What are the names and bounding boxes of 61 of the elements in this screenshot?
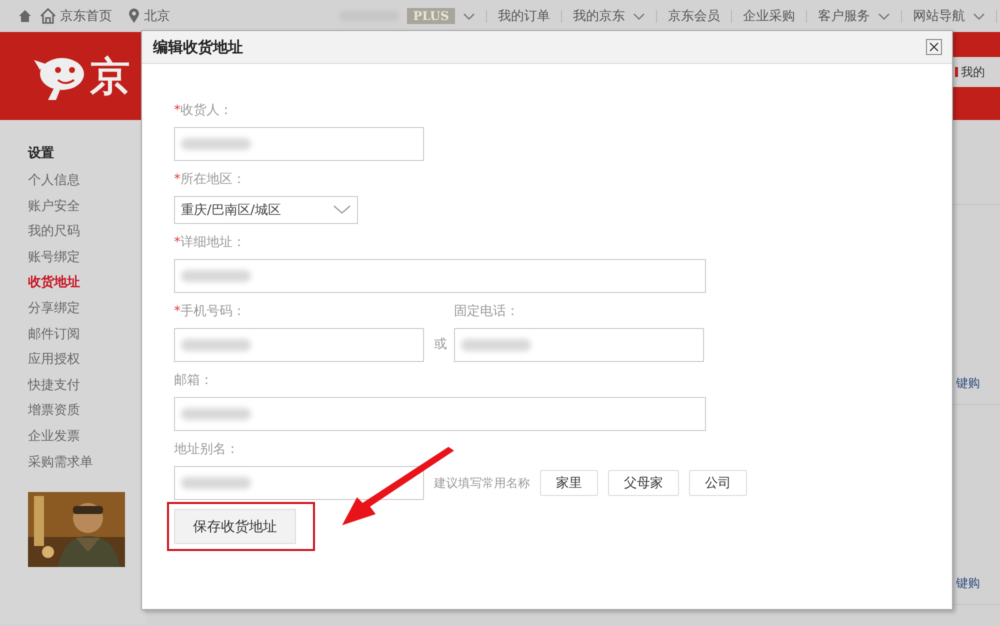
cart-link-text[interactable]: 我的 — [961, 64, 985, 80]
sidebar-item[interactable]: 企业发票 — [28, 426, 80, 453]
field-label: 所在地区： — [180, 171, 246, 188]
input-field[interactable] — [174, 259, 706, 293]
close-button[interactable] — [926, 39, 942, 55]
sidebar-heading: 设置 — [28, 145, 55, 163]
sidebar-item[interactable]: 邮件订阅 — [28, 324, 80, 350]
home-icon — [18, 9, 32, 23]
hint-text: 建议填写常用名称 — [434, 474, 530, 492]
suggestion-button[interactable]: 家里 — [540, 470, 598, 496]
field-label: 收货人： — [180, 102, 232, 119]
field-label: 详细地址： — [180, 234, 246, 251]
house-icon — [40, 8, 56, 24]
home-link-text[interactable]: 京东首页 — [60, 7, 112, 25]
sidebar-item[interactable]: 采购需求单 — [28, 452, 93, 478]
field-label: 固定电话： — [454, 303, 519, 320]
location-text: 北京 — [144, 8, 170, 25]
alert-icon — [955, 67, 958, 77]
member-badge: PLUS — [407, 8, 455, 24]
sidebar-item[interactable]: 个人信息 — [28, 171, 80, 197]
field-label: 邮箱： — [174, 372, 213, 389]
sidebar-item[interactable]: 账号绑定 — [28, 248, 80, 274]
sidebar-item[interactable]: 快捷支付 — [28, 376, 80, 402]
suggestion-button[interactable]: 父母家 — [608, 470, 679, 496]
location-link[interactable]: 北京 — [128, 7, 170, 25]
home-link[interactable]: 京东首页 — [40, 7, 112, 25]
sidebar-item[interactable]: 应用授权 — [28, 350, 80, 376]
save-button[interactable]: 保存收货地址 — [174, 509, 296, 544]
or-text: 或 — [434, 336, 447, 353]
nav-link[interactable]: 企业采购 — [743, 7, 795, 25]
required-mark: * — [174, 234, 180, 251]
region-dropdown[interactable]: 重庆/巴南区/城区 — [174, 196, 358, 224]
required-mark: * — [174, 303, 180, 320]
location-pin-icon — [128, 8, 140, 24]
input-field[interactable] — [174, 397, 706, 431]
close-icon — [928, 41, 940, 53]
sidebar-item[interactable]: 我的尺码 — [28, 222, 80, 248]
nav-link[interactable]: 我的京东 — [573, 7, 625, 25]
chevron-icon — [333, 205, 351, 215]
required-mark: * — [174, 102, 180, 119]
logo-text: 京 — [90, 52, 130, 102]
input-field[interactable] — [454, 328, 704, 362]
nav-link[interactable]: 网站导航 — [913, 7, 965, 25]
buy-link[interactable]: 键购 — [956, 575, 980, 592]
dialog-title: 编辑收货地址 — [153, 38, 243, 56]
cart-link[interactable]: 我的 — [951, 57, 1000, 87]
sidebar-item[interactable]: 收货地址 — [28, 273, 80, 299]
field-label: 地址别名： — [174, 441, 239, 458]
nav-link[interactable]: 我的订单 — [498, 7, 550, 25]
nav-link[interactable]: 客户服务 — [818, 7, 870, 25]
sidebar-item[interactable]: 增票资质 — [28, 401, 80, 427]
input-field[interactable] — [174, 328, 424, 362]
input-field[interactable] — [174, 466, 424, 500]
required-mark: * — [174, 171, 180, 188]
field-label: 手机号码： — [180, 303, 246, 320]
sidebar-item[interactable]: 账户安全 — [28, 196, 80, 222]
buy-link[interactable]: 键购 — [956, 375, 980, 392]
input-field[interactable] — [174, 127, 424, 161]
nav-link[interactable]: 京东会员 — [668, 7, 720, 25]
suggestion-button[interactable]: 公司 — [689, 470, 747, 496]
sidebar-item[interactable]: 分享绑定 — [28, 298, 80, 325]
